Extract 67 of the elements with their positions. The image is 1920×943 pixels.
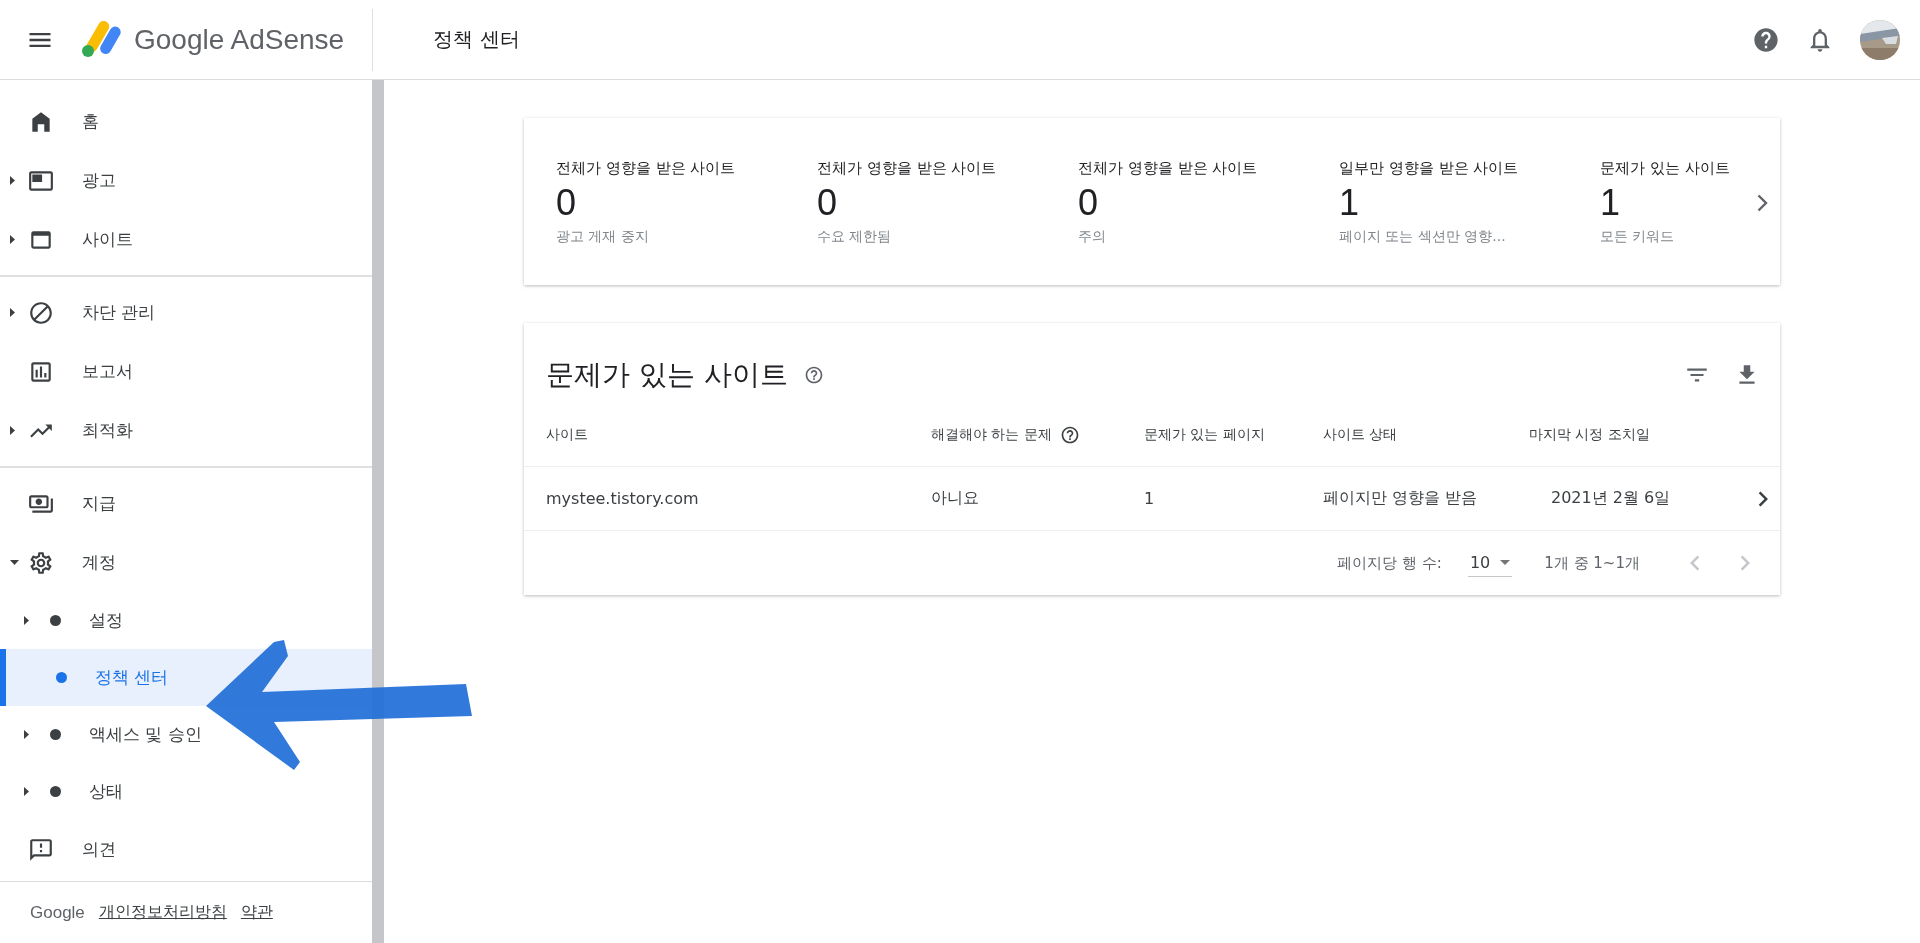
stat-value: 0 <box>817 182 839 224</box>
column-header: 마지막 시정 조치일 <box>1529 425 1650 444</box>
nav-item[interactable]: 상태 <box>0 763 372 820</box>
stat-value: 0 <box>556 182 578 224</box>
help-icon[interactable] <box>1752 25 1780 54</box>
rows-per-page-label: 페이지당 행 수: <box>1337 553 1442 573</box>
nav-item[interactable]: 지급 <box>0 474 372 533</box>
settings-icon <box>28 549 54 576</box>
table-cell-text: mystee.tistory.com <box>546 489 700 508</box>
caret-icon <box>24 730 29 739</box>
column-header: 사이트 상태 <box>1323 425 1398 444</box>
nav-item[interactable]: 설정 <box>0 592 372 649</box>
table-cell-text: 1 <box>1144 489 1156 508</box>
stat-title: 문제가 있는 사이트 <box>1600 159 1731 178</box>
dropdown-arrow-icon <box>1500 560 1511 565</box>
nav-item[interactable]: 보고서 <box>0 342 372 401</box>
nav-item[interactable]: 최적화 <box>0 401 372 460</box>
dot-icon <box>50 786 61 797</box>
column-header: 해결해야 하는 문제 <box>931 425 1052 444</box>
logo-text: Google AdSense <box>134 23 345 56</box>
stat-title: 전체가 영향을 받은 사이트 <box>1078 159 1259 178</box>
nav-item[interactable]: 계정 <box>0 533 372 592</box>
stat-value: 1 <box>1339 182 1361 224</box>
column-header: 사이트 <box>546 425 588 444</box>
stat-caption: 수요 제한됨 <box>817 228 893 246</box>
caret-icon <box>24 616 29 625</box>
caret-icon <box>10 308 15 317</box>
page-title: 정책 센터 <box>433 26 520 53</box>
help-icon[interactable] <box>803 365 824 385</box>
dot-icon <box>50 615 61 626</box>
stat-caption: 페이지 또는 섹션만 영향... <box>1339 228 1507 246</box>
table-cell-text: 아니요 <box>931 488 980 509</box>
nav-item[interactable]: 차단 관리 <box>0 283 372 342</box>
stat-title: 전체가 영향을 받은 사이트 <box>817 159 998 178</box>
logo-icon <box>80 20 124 59</box>
stat-caption: 광고 게재 중지 <box>556 228 650 246</box>
nav-item[interactable]: 홈 <box>0 92 372 151</box>
caret-down-icon <box>10 560 19 565</box>
table-title: 문제가 있는 사이트 <box>546 357 788 393</box>
caret-icon <box>10 235 15 244</box>
block-icon <box>28 299 54 326</box>
caret-icon <box>10 426 15 435</box>
next-button[interactable] <box>1757 193 1768 212</box>
caret-icon <box>24 787 29 796</box>
table-cell-text: 2021년 2월 6일 <box>1550 488 1672 509</box>
stat-value: 0 <box>1078 182 1100 224</box>
rows-per-page-select[interactable]: 10 <box>1467 549 1513 577</box>
dot-icon <box>56 672 67 683</box>
nav-item[interactable]: 액세스 및 승인 <box>0 706 372 763</box>
table-cell-text: 페이지만 영향을 받음 <box>1323 488 1479 509</box>
stat-title: 전체가 영향을 받은 사이트 <box>556 159 737 178</box>
column-header: 문제가 있는 페이지 <box>1144 425 1265 444</box>
caret-icon <box>10 176 15 185</box>
nav-item[interactable]: 의견 <box>0 820 372 879</box>
stat-caption: 주의 <box>1078 228 1107 246</box>
footer-brand: Google <box>30 902 85 923</box>
feedback-icon <box>28 836 54 863</box>
stat-value: 1 <box>1600 182 1622 224</box>
footer-link[interactable]: 약관 <box>240 902 273 923</box>
stat-caption: 모든 키워드 <box>1600 228 1676 246</box>
help-icon[interactable] <box>1059 424 1080 445</box>
nav-item[interactable]: 광고 <box>0 151 372 210</box>
dot-icon <box>50 729 61 740</box>
page-range: 1개 중 1~1개 <box>1544 553 1640 573</box>
footer-link[interactable]: 개인정보처리방침 <box>98 902 227 923</box>
stat-title: 일부만 영향을 받은 사이트 <box>1339 159 1520 178</box>
nav-item[interactable]: 사이트 <box>0 210 372 269</box>
